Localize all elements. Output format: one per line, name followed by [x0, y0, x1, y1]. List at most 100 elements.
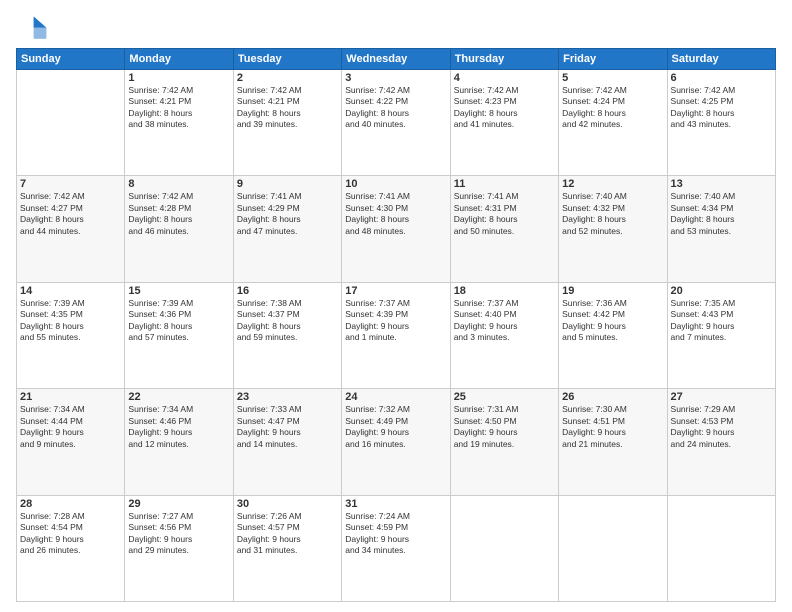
day-info: Sunrise: 7:33 AMSunset: 4:47 PMDaylight:… — [237, 404, 338, 450]
weekday-header-monday: Monday — [125, 49, 233, 70]
calendar-week-5: 28Sunrise: 7:28 AMSunset: 4:54 PMDayligh… — [17, 495, 776, 601]
header — [16, 10, 776, 42]
calendar-cell: 14Sunrise: 7:39 AMSunset: 4:35 PMDayligh… — [17, 282, 125, 388]
day-info: Sunrise: 7:27 AMSunset: 4:56 PMDaylight:… — [128, 511, 229, 557]
weekday-header-friday: Friday — [559, 49, 667, 70]
day-number: 11 — [454, 178, 555, 190]
calendar-week-1: 1Sunrise: 7:42 AMSunset: 4:21 PMDaylight… — [17, 70, 776, 176]
day-info: Sunrise: 7:35 AMSunset: 4:43 PMDaylight:… — [671, 298, 772, 344]
day-number: 23 — [237, 391, 338, 403]
day-number: 21 — [20, 391, 121, 403]
calendar-cell: 9Sunrise: 7:41 AMSunset: 4:29 PMDaylight… — [233, 176, 341, 282]
day-number: 14 — [20, 285, 121, 297]
calendar-cell: 20Sunrise: 7:35 AMSunset: 4:43 PMDayligh… — [667, 282, 775, 388]
day-info: Sunrise: 7:42 AMSunset: 4:24 PMDaylight:… — [562, 85, 663, 131]
calendar-table: SundayMondayTuesdayWednesdayThursdayFrid… — [16, 48, 776, 602]
day-info: Sunrise: 7:42 AMSunset: 4:27 PMDaylight:… — [20, 191, 121, 237]
calendar-cell: 15Sunrise: 7:39 AMSunset: 4:36 PMDayligh… — [125, 282, 233, 388]
day-number: 9 — [237, 178, 338, 190]
calendar-cell: 12Sunrise: 7:40 AMSunset: 4:32 PMDayligh… — [559, 176, 667, 282]
day-number: 7 — [20, 178, 121, 190]
day-info: Sunrise: 7:41 AMSunset: 4:30 PMDaylight:… — [345, 191, 446, 237]
day-info: Sunrise: 7:42 AMSunset: 4:28 PMDaylight:… — [128, 191, 229, 237]
day-number: 20 — [671, 285, 772, 297]
day-info: Sunrise: 7:42 AMSunset: 4:23 PMDaylight:… — [454, 85, 555, 131]
calendar-cell: 11Sunrise: 7:41 AMSunset: 4:31 PMDayligh… — [450, 176, 558, 282]
calendar-cell: 1Sunrise: 7:42 AMSunset: 4:21 PMDaylight… — [125, 70, 233, 176]
page: SundayMondayTuesdayWednesdayThursdayFrid… — [0, 0, 792, 612]
day-info: Sunrise: 7:40 AMSunset: 4:34 PMDaylight:… — [671, 191, 772, 237]
calendar-cell: 23Sunrise: 7:33 AMSunset: 4:47 PMDayligh… — [233, 389, 341, 495]
day-number: 26 — [562, 391, 663, 403]
day-info: Sunrise: 7:42 AMSunset: 4:22 PMDaylight:… — [345, 85, 446, 131]
day-number: 19 — [562, 285, 663, 297]
calendar-cell: 21Sunrise: 7:34 AMSunset: 4:44 PMDayligh… — [17, 389, 125, 495]
weekday-header-thursday: Thursday — [450, 49, 558, 70]
day-info: Sunrise: 7:34 AMSunset: 4:46 PMDaylight:… — [128, 404, 229, 450]
day-info: Sunrise: 7:26 AMSunset: 4:57 PMDaylight:… — [237, 511, 338, 557]
day-number: 17 — [345, 285, 446, 297]
day-number: 16 — [237, 285, 338, 297]
day-number: 31 — [345, 498, 446, 510]
day-number: 2 — [237, 72, 338, 84]
calendar-week-4: 21Sunrise: 7:34 AMSunset: 4:44 PMDayligh… — [17, 389, 776, 495]
day-info: Sunrise: 7:39 AMSunset: 4:36 PMDaylight:… — [128, 298, 229, 344]
day-info: Sunrise: 7:37 AMSunset: 4:39 PMDaylight:… — [345, 298, 446, 344]
calendar-cell: 18Sunrise: 7:37 AMSunset: 4:40 PMDayligh… — [450, 282, 558, 388]
calendar-week-3: 14Sunrise: 7:39 AMSunset: 4:35 PMDayligh… — [17, 282, 776, 388]
day-number: 4 — [454, 72, 555, 84]
day-number: 10 — [345, 178, 446, 190]
day-number: 5 — [562, 72, 663, 84]
logo-icon — [16, 10, 48, 42]
weekday-header-tuesday: Tuesday — [233, 49, 341, 70]
day-info: Sunrise: 7:36 AMSunset: 4:42 PMDaylight:… — [562, 298, 663, 344]
day-info: Sunrise: 7:40 AMSunset: 4:32 PMDaylight:… — [562, 191, 663, 237]
weekday-row: SundayMondayTuesdayWednesdayThursdayFrid… — [17, 49, 776, 70]
day-number: 6 — [671, 72, 772, 84]
calendar-cell: 4Sunrise: 7:42 AMSunset: 4:23 PMDaylight… — [450, 70, 558, 176]
day-number: 30 — [237, 498, 338, 510]
calendar-cell: 30Sunrise: 7:26 AMSunset: 4:57 PMDayligh… — [233, 495, 341, 601]
calendar-cell: 8Sunrise: 7:42 AMSunset: 4:28 PMDaylight… — [125, 176, 233, 282]
day-number: 18 — [454, 285, 555, 297]
calendar-cell: 5Sunrise: 7:42 AMSunset: 4:24 PMDaylight… — [559, 70, 667, 176]
day-info: Sunrise: 7:37 AMSunset: 4:40 PMDaylight:… — [454, 298, 555, 344]
calendar-cell: 29Sunrise: 7:27 AMSunset: 4:56 PMDayligh… — [125, 495, 233, 601]
day-info: Sunrise: 7:29 AMSunset: 4:53 PMDaylight:… — [671, 404, 772, 450]
calendar-cell: 13Sunrise: 7:40 AMSunset: 4:34 PMDayligh… — [667, 176, 775, 282]
calendar-cell: 28Sunrise: 7:28 AMSunset: 4:54 PMDayligh… — [17, 495, 125, 601]
calendar-cell: 25Sunrise: 7:31 AMSunset: 4:50 PMDayligh… — [450, 389, 558, 495]
day-info: Sunrise: 7:28 AMSunset: 4:54 PMDaylight:… — [20, 511, 121, 557]
calendar-cell: 24Sunrise: 7:32 AMSunset: 4:49 PMDayligh… — [342, 389, 450, 495]
calendar-cell: 10Sunrise: 7:41 AMSunset: 4:30 PMDayligh… — [342, 176, 450, 282]
calendar-cell: 17Sunrise: 7:37 AMSunset: 4:39 PMDayligh… — [342, 282, 450, 388]
calendar-cell: 16Sunrise: 7:38 AMSunset: 4:37 PMDayligh… — [233, 282, 341, 388]
day-number: 22 — [128, 391, 229, 403]
day-number: 27 — [671, 391, 772, 403]
calendar-cell: 31Sunrise: 7:24 AMSunset: 4:59 PMDayligh… — [342, 495, 450, 601]
day-info: Sunrise: 7:38 AMSunset: 4:37 PMDaylight:… — [237, 298, 338, 344]
calendar-cell: 3Sunrise: 7:42 AMSunset: 4:22 PMDaylight… — [342, 70, 450, 176]
day-info: Sunrise: 7:24 AMSunset: 4:59 PMDaylight:… — [345, 511, 446, 557]
day-info: Sunrise: 7:42 AMSunset: 4:25 PMDaylight:… — [671, 85, 772, 131]
day-number: 28 — [20, 498, 121, 510]
calendar-cell: 2Sunrise: 7:42 AMSunset: 4:21 PMDaylight… — [233, 70, 341, 176]
calendar-cell: 22Sunrise: 7:34 AMSunset: 4:46 PMDayligh… — [125, 389, 233, 495]
day-number: 24 — [345, 391, 446, 403]
calendar-cell: 19Sunrise: 7:36 AMSunset: 4:42 PMDayligh… — [559, 282, 667, 388]
day-info: Sunrise: 7:42 AMSunset: 4:21 PMDaylight:… — [128, 85, 229, 131]
calendar-cell: 6Sunrise: 7:42 AMSunset: 4:25 PMDaylight… — [667, 70, 775, 176]
day-info: Sunrise: 7:31 AMSunset: 4:50 PMDaylight:… — [454, 404, 555, 450]
day-number: 25 — [454, 391, 555, 403]
calendar-cell — [17, 70, 125, 176]
day-number: 29 — [128, 498, 229, 510]
calendar-cell: 27Sunrise: 7:29 AMSunset: 4:53 PMDayligh… — [667, 389, 775, 495]
calendar-cell: 7Sunrise: 7:42 AMSunset: 4:27 PMDaylight… — [17, 176, 125, 282]
calendar-cell — [450, 495, 558, 601]
calendar-cell — [667, 495, 775, 601]
calendar-header: SundayMondayTuesdayWednesdayThursdayFrid… — [17, 49, 776, 70]
calendar-cell — [559, 495, 667, 601]
day-number: 3 — [345, 72, 446, 84]
calendar-week-2: 7Sunrise: 7:42 AMSunset: 4:27 PMDaylight… — [17, 176, 776, 282]
day-info: Sunrise: 7:34 AMSunset: 4:44 PMDaylight:… — [20, 404, 121, 450]
